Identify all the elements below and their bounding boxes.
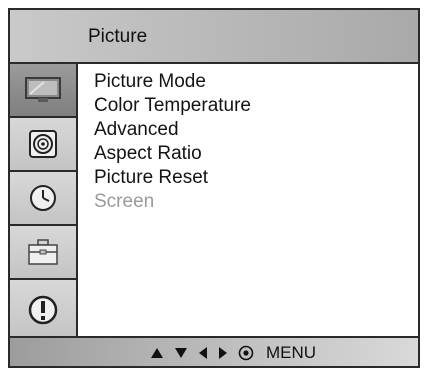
toolbox-icon (28, 239, 58, 265)
left-arrow-icon (199, 347, 207, 359)
menu-header: Picture (10, 10, 418, 64)
speaker-icon (29, 130, 57, 158)
category-sidebar (10, 64, 78, 339)
menu-item-advanced[interactable]: Advanced (94, 118, 251, 142)
menu-item-color-temperature[interactable]: Color Temperature (94, 94, 251, 118)
ok-icon (238, 345, 254, 361)
sidebar-item-picture[interactable] (10, 64, 76, 118)
sidebar-item-info[interactable] (10, 280, 76, 339)
menu-item-picture-mode[interactable]: Picture Mode (94, 70, 251, 94)
menu-list: Picture Mode Color Temperature Advanced … (94, 70, 251, 214)
sidebar-item-time[interactable] (10, 172, 76, 226)
menu-item-screen: Screen (94, 191, 155, 212)
info-icon (28, 295, 58, 324)
menu-label: MENU (266, 343, 317, 362)
navigation-footer: MENU (10, 336, 418, 366)
tv-menu-window: Picture Picture Mode Color Temperature A… (8, 8, 420, 368)
clock-icon (30, 185, 56, 211)
sidebar-item-setup[interactable] (10, 226, 76, 280)
up-arrow-icon (151, 348, 163, 358)
header-title: Picture (88, 26, 148, 47)
sidebar-item-audio[interactable] (10, 118, 76, 172)
menu-item-aspect-ratio[interactable]: Aspect Ratio (94, 142, 251, 166)
down-arrow-icon (175, 348, 187, 358)
nav-hints: MENU (150, 342, 316, 364)
tv-icon (25, 77, 61, 102)
menu-item-picture-reset[interactable]: Picture Reset (94, 166, 251, 190)
right-arrow-icon (219, 347, 227, 359)
